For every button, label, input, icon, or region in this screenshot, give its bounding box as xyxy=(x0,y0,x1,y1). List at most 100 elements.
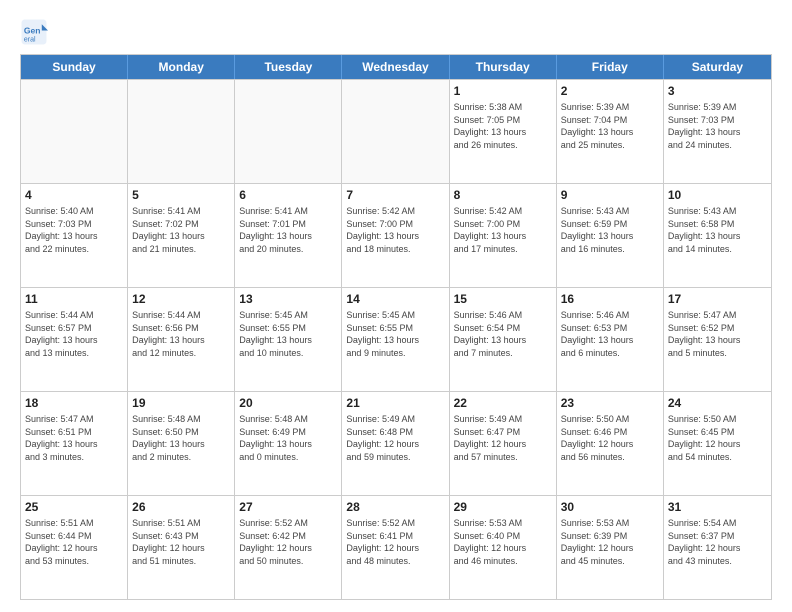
day-cell-25: 25Sunrise: 5:51 AM Sunset: 6:44 PM Dayli… xyxy=(21,496,128,599)
day-cell-20: 20 Sunrise: 5:48 AM Sunset: 6:49 PM Dayli… xyxy=(235,392,342,495)
day-info: Sunrise: 5:42 AM Sunset: 7:00 PM Dayligh… xyxy=(346,205,444,255)
day-number: 10 xyxy=(668,187,767,203)
week-row-4: 18 Sunrise: 5:47 AM Sunset: 6:51 PM Dayli… xyxy=(21,391,771,495)
header-cell-friday: Friday xyxy=(557,55,664,79)
day-number: 30 xyxy=(561,499,659,515)
day-cell-19: 19 Sunrise: 5:48 AM Sunset: 6:50 PM Dayli… xyxy=(128,392,235,495)
day-info: Sunrise: 5:52 AM Sunset: 6:41 PM Dayligh… xyxy=(346,517,444,567)
day-info: Sunrise: 5:39 AM Sunset: 7:03 PM Dayligh… xyxy=(668,101,767,151)
day-info: Sunrise: 5:46 AM Sunset: 6:53 PM Dayligh… xyxy=(561,309,659,359)
day-cell-8: 8 Sunrise: 5:42 AM Sunset: 7:00 PM Daylig… xyxy=(450,184,557,287)
day-number: 21 xyxy=(346,395,444,411)
day-number: 9 xyxy=(561,187,659,203)
week-row-5: 25Sunrise: 5:51 AM Sunset: 6:44 PM Dayli… xyxy=(21,495,771,599)
day-number: 29 xyxy=(454,499,552,515)
day-cell-6: 6 Sunrise: 5:41 AM Sunset: 7:01 PM Daylig… xyxy=(235,184,342,287)
day-number: 19 xyxy=(132,395,230,411)
day-cell-13: 13Sunrise: 5:45 AM Sunset: 6:55 PM Dayli… xyxy=(235,288,342,391)
day-cell-26: 26Sunrise: 5:51 AM Sunset: 6:43 PM Dayli… xyxy=(128,496,235,599)
day-info: Sunrise: 5:45 AM Sunset: 6:55 PM Dayligh… xyxy=(346,309,444,359)
day-number: 22 xyxy=(454,395,552,411)
day-number: 24 xyxy=(668,395,767,411)
day-cell-27: 27Sunrise: 5:52 AM Sunset: 6:42 PM Dayli… xyxy=(235,496,342,599)
header-cell-thursday: Thursday xyxy=(450,55,557,79)
header-cell-monday: Monday xyxy=(128,55,235,79)
day-number: 31 xyxy=(668,499,767,515)
day-cell-17: 17Sunrise: 5:47 AM Sunset: 6:52 PM Dayli… xyxy=(664,288,771,391)
week-row-1: 1 Sunrise: 5:38 AM Sunset: 7:05 PM Daylig… xyxy=(21,79,771,183)
day-number: 14 xyxy=(346,291,444,307)
day-info: Sunrise: 5:50 AM Sunset: 6:45 PM Dayligh… xyxy=(668,413,767,463)
day-info: Sunrise: 5:54 AM Sunset: 6:37 PM Dayligh… xyxy=(668,517,767,567)
day-cell-12: 12 Sunrise: 5:44 AM Sunset: 6:56 PM Dayli… xyxy=(128,288,235,391)
day-cell-1: 1 Sunrise: 5:38 AM Sunset: 7:05 PM Daylig… xyxy=(450,80,557,183)
day-info: Sunrise: 5:40 AM Sunset: 7:03 PM Dayligh… xyxy=(25,205,123,255)
day-cell-24: 24 Sunrise: 5:50 AM Sunset: 6:45 PM Dayli… xyxy=(664,392,771,495)
week-row-3: 11Sunrise: 5:44 AM Sunset: 6:57 PM Dayli… xyxy=(21,287,771,391)
day-info: Sunrise: 5:48 AM Sunset: 6:49 PM Dayligh… xyxy=(239,413,337,463)
day-number: 12 xyxy=(132,291,230,307)
day-number: 20 xyxy=(239,395,337,411)
day-cell-23: 23Sunrise: 5:50 AM Sunset: 6:46 PM Dayli… xyxy=(557,392,664,495)
day-number: 4 xyxy=(25,187,123,203)
day-number: 28 xyxy=(346,499,444,515)
header: Gen eral xyxy=(20,18,772,46)
svg-text:Gen: Gen xyxy=(24,26,41,36)
day-number: 25 xyxy=(25,499,123,515)
day-number: 3 xyxy=(668,83,767,99)
day-info: Sunrise: 5:41 AM Sunset: 7:02 PM Dayligh… xyxy=(132,205,230,255)
day-info: Sunrise: 5:53 AM Sunset: 6:39 PM Dayligh… xyxy=(561,517,659,567)
day-info: Sunrise: 5:44 AM Sunset: 6:57 PM Dayligh… xyxy=(25,309,123,359)
day-info: Sunrise: 5:46 AM Sunset: 6:54 PM Dayligh… xyxy=(454,309,552,359)
header-cell-sunday: Sunday xyxy=(21,55,128,79)
day-cell-9: 9 Sunrise: 5:43 AM Sunset: 6:59 PM Daylig… xyxy=(557,184,664,287)
day-number: 18 xyxy=(25,395,123,411)
day-cell-30: 30 Sunrise: 5:53 AM Sunset: 6:39 PM Dayli… xyxy=(557,496,664,599)
day-info: Sunrise: 5:44 AM Sunset: 6:56 PM Dayligh… xyxy=(132,309,230,359)
day-info: Sunrise: 5:42 AM Sunset: 7:00 PM Dayligh… xyxy=(454,205,552,255)
day-cell xyxy=(21,80,128,183)
header-cell-tuesday: Tuesday xyxy=(235,55,342,79)
day-cell-28: 28 Sunrise: 5:52 AM Sunset: 6:41 PM Dayli… xyxy=(342,496,449,599)
day-info: Sunrise: 5:50 AM Sunset: 6:46 PM Dayligh… xyxy=(561,413,659,463)
day-cell-7: 7Sunrise: 5:42 AM Sunset: 7:00 PM Daylig… xyxy=(342,184,449,287)
day-info: Sunrise: 5:49 AM Sunset: 6:47 PM Dayligh… xyxy=(454,413,552,463)
page: Gen eral SundayMondayTuesdayWednesdayThu… xyxy=(0,0,792,612)
day-info: Sunrise: 5:43 AM Sunset: 6:59 PM Dayligh… xyxy=(561,205,659,255)
day-info: Sunrise: 5:52 AM Sunset: 6:42 PM Dayligh… xyxy=(239,517,337,567)
day-cell-14: 14 Sunrise: 5:45 AM Sunset: 6:55 PM Dayli… xyxy=(342,288,449,391)
day-cell-3: 3 Sunrise: 5:39 AM Sunset: 7:03 PM Daylig… xyxy=(664,80,771,183)
day-info: Sunrise: 5:49 AM Sunset: 6:48 PM Dayligh… xyxy=(346,413,444,463)
day-cell-2: 2Sunrise: 5:39 AM Sunset: 7:04 PM Daylig… xyxy=(557,80,664,183)
day-info: Sunrise: 5:38 AM Sunset: 7:05 PM Dayligh… xyxy=(454,101,552,151)
day-cell-31: 31 Sunrise: 5:54 AM Sunset: 6:37 PM Dayli… xyxy=(664,496,771,599)
day-cell-15: 15 Sunrise: 5:46 AM Sunset: 6:54 PM Dayli… xyxy=(450,288,557,391)
day-cell-21: 21 Sunrise: 5:49 AM Sunset: 6:48 PM Dayli… xyxy=(342,392,449,495)
day-info: Sunrise: 5:41 AM Sunset: 7:01 PM Dayligh… xyxy=(239,205,337,255)
day-number: 26 xyxy=(132,499,230,515)
header-cell-wednesday: Wednesday xyxy=(342,55,449,79)
day-cell xyxy=(128,80,235,183)
day-number: 6 xyxy=(239,187,337,203)
day-number: 8 xyxy=(454,187,552,203)
day-cell-22: 22 Sunrise: 5:49 AM Sunset: 6:47 PM Dayli… xyxy=(450,392,557,495)
calendar: SundayMondayTuesdayWednesdayThursdayFrid… xyxy=(20,54,772,600)
day-info: Sunrise: 5:47 AM Sunset: 6:51 PM Dayligh… xyxy=(25,413,123,463)
week-row-2: 4 Sunrise: 5:40 AM Sunset: 7:03 PM Daylig… xyxy=(21,183,771,287)
day-number: 5 xyxy=(132,187,230,203)
day-info: Sunrise: 5:43 AM Sunset: 6:58 PM Dayligh… xyxy=(668,205,767,255)
day-info: Sunrise: 5:47 AM Sunset: 6:52 PM Dayligh… xyxy=(668,309,767,359)
day-cell-5: 5 Sunrise: 5:41 AM Sunset: 7:02 PM Daylig… xyxy=(128,184,235,287)
day-cell xyxy=(342,80,449,183)
day-info: Sunrise: 5:48 AM Sunset: 6:50 PM Dayligh… xyxy=(132,413,230,463)
day-cell xyxy=(235,80,342,183)
day-number: 15 xyxy=(454,291,552,307)
day-cell-11: 11Sunrise: 5:44 AM Sunset: 6:57 PM Dayli… xyxy=(21,288,128,391)
day-cell-4: 4 Sunrise: 5:40 AM Sunset: 7:03 PM Daylig… xyxy=(21,184,128,287)
day-cell-16: 16Sunrise: 5:46 AM Sunset: 6:53 PM Dayli… xyxy=(557,288,664,391)
day-number: 1 xyxy=(454,83,552,99)
day-info: Sunrise: 5:45 AM Sunset: 6:55 PM Dayligh… xyxy=(239,309,337,359)
logo: Gen eral xyxy=(20,18,54,46)
calendar-body: 1 Sunrise: 5:38 AM Sunset: 7:05 PM Daylig… xyxy=(21,79,771,599)
calendar-header: SundayMondayTuesdayWednesdayThursdayFrid… xyxy=(21,55,771,79)
